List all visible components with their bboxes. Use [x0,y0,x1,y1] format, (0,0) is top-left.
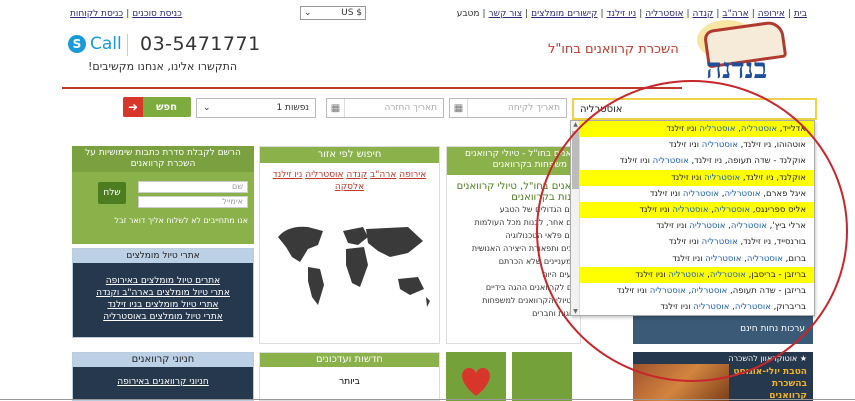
region-link-australia[interactable]: אוסטרליה [305,170,343,180]
customers-login-link[interactable]: כניסת לקוחות [70,9,123,19]
region-link-alaska[interactable]: אלסקה [335,182,364,192]
calendar-icon[interactable]: ▦ [450,99,468,117]
news-box: חדשות ועדכונים ביותר [259,352,440,401]
company-name: השכרת קרוואנים בחו"ל [548,42,679,57]
skype-icon[interactable]: S [68,35,86,53]
recommended-title: אתרי טיול מומלצים [73,249,253,263]
search-button-label: חפש [155,101,177,113]
newsletter-box: הרשם לקבלת סדרת כתבות שימושיות על השכרת … [72,146,254,244]
recommended-link-usa-canada[interactable]: אתרי טיול מומלצים בארה"ב וקנדה [73,287,253,299]
nav-home[interactable]: בית [794,9,807,19]
nav-contact[interactable]: צור קשר [489,9,523,19]
arrow-left-icon: ➜ [123,97,143,117]
region-link-canada[interactable]: קנדה [346,170,367,180]
page-bottom-rule [0,399,855,400]
recommended-list: אתרים טיול מומלצים באירופה אתרי טיול מומ… [73,275,253,323]
region-link-new-zealand[interactable]: ניו זילנד [273,170,303,180]
recommended-link-europe[interactable]: אתרים טיול מומלצים באירופה [73,275,253,287]
nav-australia[interactable]: אוסטרליה [645,9,683,19]
header-rule [62,87,682,89]
recommended-link-australia[interactable]: אתרי טיול מומלצים באוסטרליה [73,311,253,323]
recommended-link-new-zealand[interactable]: אתרי טיול מומלצים בניו זילנד [73,299,253,311]
search-button[interactable]: ➜ חפש [123,97,191,117]
nav-europe[interactable]: אירופה [758,9,785,19]
passengers-value: 1 נפשות [276,103,309,113]
return-date-field[interactable]: ▦ תאריך החזרה [326,98,444,118]
main-nav: בית | אירופה | ארה"ב | קנדה | אוסטרליה | ניו … [456,9,807,19]
return-date-placeholder: תאריך החזרה [384,103,437,113]
nav-new-zealand[interactable]: ניו זילנד [607,9,637,19]
region-search-title: חיפוש לפי אזור [260,147,439,163]
pickup-date-placeholder: תאריך לקיחה [508,103,560,113]
world-map-icon[interactable] [268,217,433,317]
star-icon: ★ [797,354,807,363]
newsletter-note: אנו מתחייבים לא לשלוח אליך דואר זבל [114,216,248,225]
annotation-circle [536,80,848,382]
pickup-date-field[interactable]: ▦ תאריך לקיחה [449,98,567,118]
calendar-icon[interactable]: ▦ [327,99,345,117]
region-links: אירופה ארה"ב קנדה אוסטרליה ניו זילנד אלס… [260,163,439,199]
nav-recommended-links[interactable]: קישורים מומלצים [531,9,597,19]
campgrounds-title: חניוני קרוואנים [73,353,253,367]
promo-tile[interactable] [512,352,572,401]
nav-usa[interactable]: ארה"ב [722,9,748,19]
news-title: חדשות ועדכונים [260,353,439,367]
call-label[interactable]: Call [90,34,122,54]
passengers-select[interactable]: ⌄ 1 נפשות [196,98,316,118]
newsletter-name-input[interactable]: שם [138,181,248,193]
currency-select[interactable]: ⌄ US $ [300,6,366,20]
news-text: ביותר [339,377,360,387]
region-link-usa[interactable]: ארה"ב [370,170,396,180]
header-divider [127,34,128,56]
agents-login-link[interactable]: כניסת סוכנים [132,9,182,19]
currency-value: US $ [341,8,362,18]
newsletter-title: הרשם לקבלת סדרת כתבות שימושיות על השכרת … [72,146,254,172]
campgrounds-box: חניוני קרוואנים חניוני קרוואנים באירופה [72,352,254,401]
heart-tile[interactable] [446,352,506,401]
newsletter-email-input[interactable]: אימייל [138,196,248,208]
nav-canada[interactable]: קנדה [693,9,714,19]
login-links: כניסת סוכנים | כניסת לקוחות [70,9,182,19]
newsletter-send-button[interactable]: שלח [98,182,126,204]
heart-icon [462,367,490,396]
phone-number: 03-5471771 [140,33,261,55]
currency-label: מטבע [456,9,480,19]
chevron-down-icon: ⌄ [203,103,211,113]
chevron-down-icon: ⌄ [304,8,312,18]
recommended-sites-box: אתרי טיול מומלצים אתרים טיול מומלצים באי… [72,248,254,338]
region-search-box: חיפוש לפי אזור אירופה ארה"ב קנדה אוסטרלי… [259,146,440,344]
campgrounds-link[interactable]: חניוני קרוואנים באירופה [73,377,253,387]
region-link-europe[interactable]: אירופה [399,170,426,180]
header-tagline: התקשרו אלינו, אנחנו מקשיבים! [88,60,238,73]
